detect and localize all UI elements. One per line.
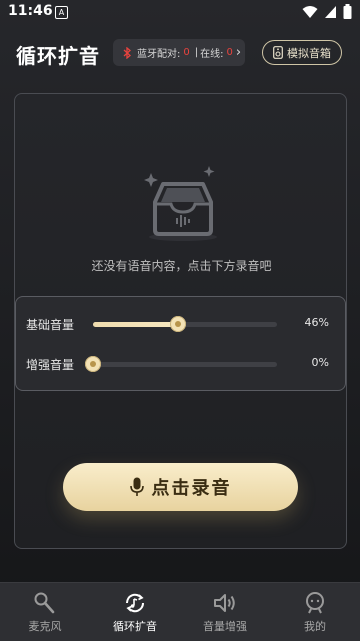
nav-label-microphone: 麦克风 [28,620,62,633]
base-volume-fill [93,322,178,327]
boost-volume-row: 增强音量 0% [16,353,347,375]
bluetooth-online-label: 在线: [200,49,224,60]
boost-volume-value: 0% [311,356,329,369]
status-bar: 11:46 A [0,0,360,24]
page-title: 循环扩音 [16,44,100,68]
nav-item-microphone[interactable]: 麦克风 [0,583,90,641]
signal-icon [325,5,336,18]
chevron-right-icon: › [235,45,242,60]
battery-icon [343,4,352,19]
bluetooth-icon [123,46,131,59]
speaker-icon [273,46,283,59]
base-volume-value: 46% [304,316,329,329]
simulate-speaker-label: 模拟音箱 [287,46,331,60]
bottom-nav: 麦克风 循环扩音 音量增强 我的 [0,582,360,641]
microphone-icon [34,592,55,614]
boost-volume-handle[interactable] [85,356,101,372]
nav-item-profile[interactable]: 我的 [270,583,360,641]
wifi-icon [302,5,318,18]
bluetooth-paired-label: 蓝牙配对: [137,49,181,60]
profile-icon [306,592,324,614]
volume-icon [214,594,235,612]
status-time: 11:46 [8,3,53,19]
bluetooth-paired-count: 0 [183,47,190,58]
base-volume-label: 基础音量 [26,318,75,332]
nav-label-profile: 我的 [304,620,326,633]
nav-item-loop-amplify[interactable]: 循环扩音 [90,583,180,641]
boost-volume-label: 增强音量 [26,358,75,372]
record-button[interactable]: 点击录音 [63,463,298,511]
boost-volume-slider[interactable] [85,356,277,372]
base-volume-row: 基础音量 46% [16,313,347,335]
bluetooth-separator: | [194,47,199,58]
bluetooth-online-count: 0 [226,47,233,58]
volume-panel: 基础音量 46% 增强音量 0% [15,296,346,391]
notification-icon: A [55,6,68,19]
bluetooth-status-button[interactable]: 蓝牙配对: 0 | 在线: 0 › [113,39,245,66]
base-volume-slider[interactable] [93,316,277,332]
record-button-label: 点击录音 [151,478,232,499]
empty-inbox-icon [144,166,217,241]
microphone-icon [129,477,144,496]
simulate-speaker-button[interactable]: 模拟音箱 [262,40,342,65]
nav-label-loop-amplify: 循环扩音 [113,620,157,633]
nav-item-volume-boost[interactable]: 音量增强 [180,583,270,641]
nav-label-volume-boost: 音量增强 [203,620,247,633]
loop-music-icon [125,593,145,613]
empty-state-text: 还没有语音内容，点击下方录音吧 [91,259,272,273]
base-volume-handle[interactable] [169,316,186,332]
